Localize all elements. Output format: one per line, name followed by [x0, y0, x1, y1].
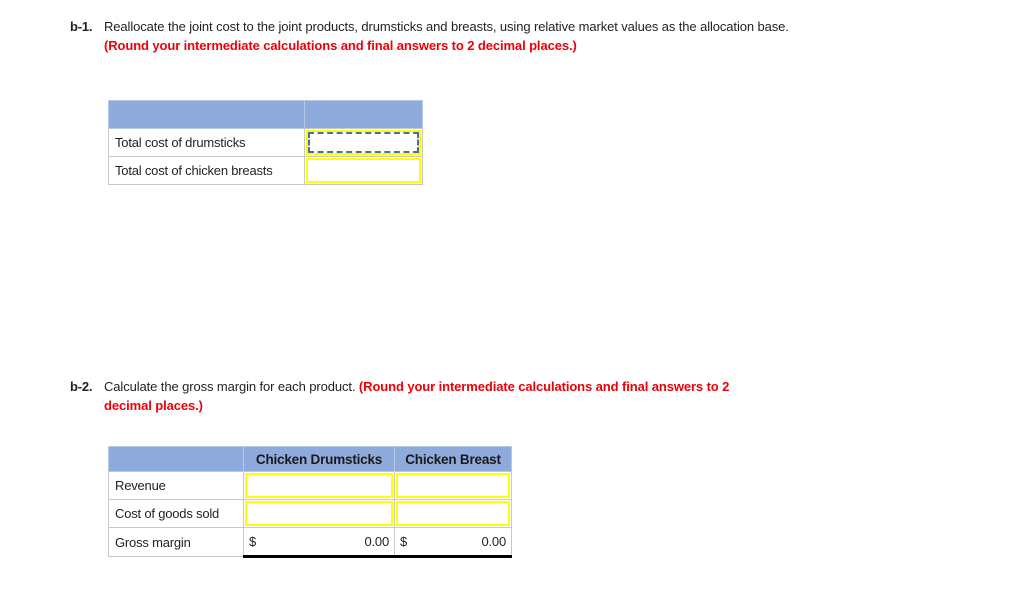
table-gross-margin-body: Revenue Cost of goods sold Gross margin … — [108, 471, 512, 558]
row-label-revenue: Revenue — [108, 471, 244, 500]
question-block-b1: b-1. Reallocate the joint cost to the jo… — [70, 18, 810, 55]
table-row: Total cost of drumsticks — [108, 128, 423, 157]
table-row: Gross margin $ 0.00 $ 0.00 — [108, 527, 512, 558]
row-label-gross-margin: Gross margin — [108, 527, 244, 557]
input-cell-box[interactable] — [245, 501, 393, 526]
input-cell-total-cost-chicken-breasts[interactable] — [304, 156, 423, 185]
input-cell-box[interactable] — [306, 130, 421, 155]
question-text-b1: Reallocate the joint cost to the joint p… — [104, 18, 810, 55]
header-cell-chicken-drumsticks: Chicken Drumsticks — [243, 446, 395, 472]
question-number-b2: b-2. — [70, 379, 93, 394]
header-cell-blank-label — [108, 446, 244, 472]
input-cell-box[interactable] — [245, 473, 393, 498]
money-wrap: $ 0.00 — [244, 528, 394, 555]
input-cell-cogs-breast[interactable] — [394, 499, 512, 528]
currency-symbol: $ — [400, 534, 408, 549]
input-cell-revenue-drumsticks[interactable] — [243, 471, 395, 500]
input-cell-box[interactable] — [306, 158, 421, 183]
input-cell-revenue-breast[interactable] — [394, 471, 512, 500]
question-text-b2: Calculate the gross margin for each prod… — [104, 378, 770, 415]
value-cell-gross-margin-drumsticks: $ 0.00 — [243, 527, 395, 558]
row-label-total-cost-drumsticks: Total cost of drumsticks — [108, 128, 305, 157]
question-number-b1: b-1. — [70, 19, 93, 34]
header-cell-blank-value — [304, 100, 423, 129]
money-wrap: $ 0.00 — [395, 528, 511, 555]
input-cell-cogs-drumsticks[interactable] — [243, 499, 395, 528]
table-gross-margin-head: Chicken Drumsticks Chicken Breast — [108, 446, 512, 472]
input-cell-box[interactable] — [396, 473, 510, 498]
header-cell-chicken-breast: Chicken Breast — [394, 446, 512, 472]
table-total-cost: Total cost of drumsticks Total cost of c… — [108, 100, 423, 185]
question-text-b1-emphasis: (Round your intermediate calculations an… — [104, 37, 577, 53]
gross-margin-breast-amount: 0.00 — [481, 534, 506, 549]
table-row: Total cost of chicken breasts — [108, 156, 423, 185]
table-row: Cost of goods sold — [108, 499, 512, 528]
row-label-total-cost-chicken-breasts: Total cost of chicken breasts — [108, 156, 305, 185]
header-cell-blank-label — [108, 100, 305, 129]
row-label-cost-of-goods-sold: Cost of goods sold — [108, 499, 244, 528]
table-row-header — [108, 100, 423, 129]
input-cell-total-cost-drumsticks[interactable] — [304, 128, 423, 157]
input-cell-box[interactable] — [396, 501, 510, 526]
currency-symbol: $ — [249, 534, 257, 549]
table-total-cost-body: Total cost of drumsticks Total cost of c… — [108, 128, 423, 185]
gross-margin-drumsticks-amount: 0.00 — [364, 534, 389, 549]
table-gross-margin: Chicken Drumsticks Chicken Breast Revenu… — [108, 446, 512, 558]
table-row-header: Chicken Drumsticks Chicken Breast — [108, 446, 512, 472]
question-text-b2-plain: Calculate the gross margin for each prod… — [104, 379, 359, 394]
table-row: Revenue — [108, 471, 512, 500]
question-block-b2: b-2. Calculate the gross margin for each… — [70, 378, 770, 415]
question-text-b1-plain: Reallocate the joint cost to the joint p… — [104, 19, 789, 34]
value-cell-gross-margin-breast: $ 0.00 — [394, 527, 512, 558]
table-total-cost-head — [108, 100, 423, 129]
